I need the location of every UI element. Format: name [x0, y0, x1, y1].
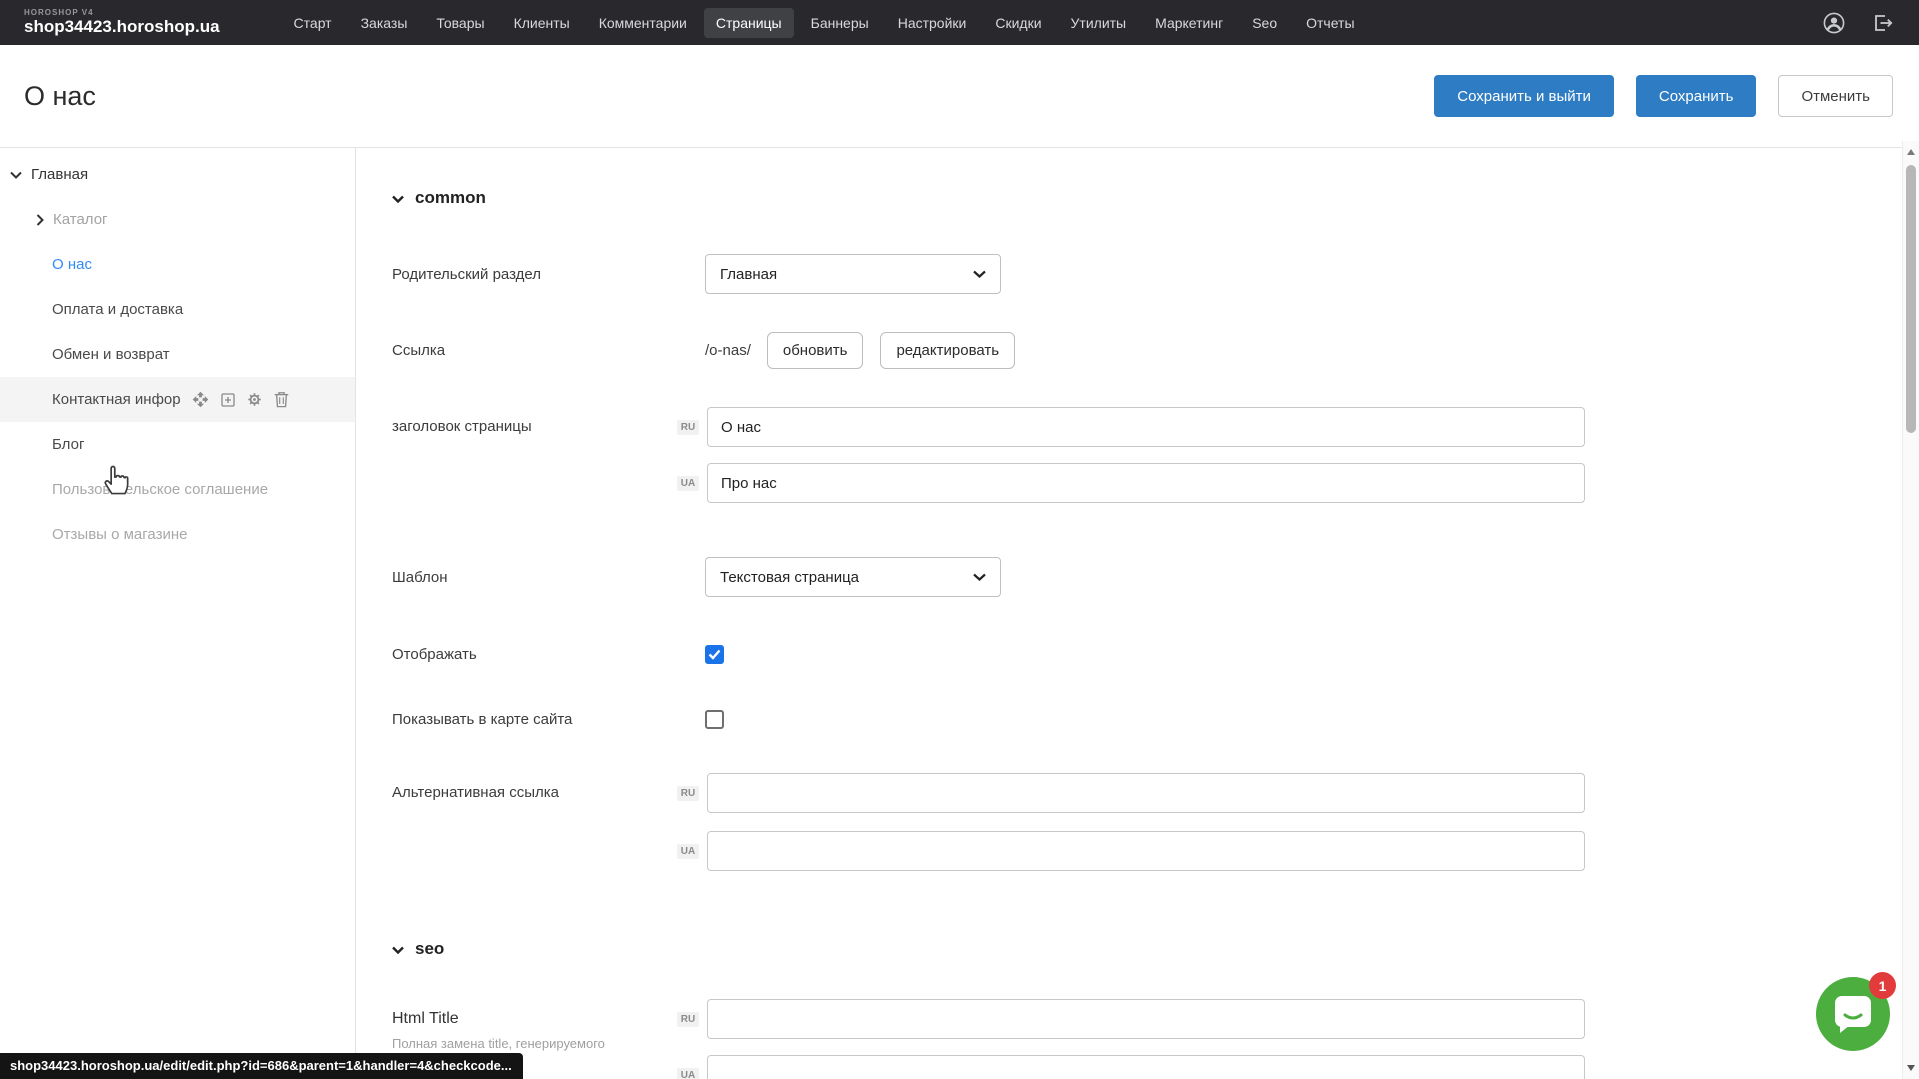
top-navbar: HOROSHOP V4 shop34423.horoshop.ua Старт … — [0, 0, 1919, 45]
add-page-icon[interactable] — [219, 391, 237, 409]
lang-tag-ru: RU — [677, 420, 699, 435]
chevron-down-icon — [392, 939, 404, 959]
page-edit-form: common Родительский раздел Главная Ссылк… — [356, 148, 1919, 1079]
tree-item-glavnaya[interactable]: Главная — [0, 152, 355, 197]
template-select[interactable]: Текстовая страница — [705, 557, 1001, 597]
lang-tag-ua: UA — [677, 476, 699, 491]
nav-item-comments[interactable]: Комментарии — [587, 8, 699, 38]
tree-item-obmen-i-vozvrat[interactable]: Обмен и возврат — [0, 332, 355, 377]
chevron-down-icon — [973, 573, 986, 581]
nav-item-marketing[interactable]: Маркетинг — [1143, 8, 1235, 38]
status-url-tooltip: shop34423.horoshop.ua/edit/edit.php?id=6… — [0, 1053, 523, 1079]
html-title-ru-input[interactable] — [707, 999, 1585, 1039]
account-icon[interactable] — [1823, 12, 1845, 34]
alt-link-ru-input[interactable] — [707, 773, 1585, 813]
nav-item-pages[interactable]: Страницы — [704, 8, 794, 38]
link-edit-button[interactable]: редактировать — [880, 332, 1015, 369]
section-common-toggle[interactable]: common — [392, 188, 1919, 208]
settings-gear-icon[interactable] — [246, 391, 264, 409]
lang-tag-ru: RU — [677, 786, 699, 801]
scroll-down-arrow[interactable] — [1907, 1065, 1915, 1071]
tree-item-otzyvy-o-magazine[interactable]: Отзывы о магазине — [0, 512, 355, 557]
nav-item-banners[interactable]: Баннеры — [799, 8, 881, 38]
sitemap-label: Показывать в карте сайта — [392, 711, 705, 728]
chevron-down-icon — [392, 188, 404, 208]
main-menu: Старт Заказы Товары Клиенты Комментарии … — [282, 8, 1367, 38]
tree-item-o-nas[interactable]: О нас — [0, 242, 355, 287]
link-label: Ссылка — [392, 342, 705, 359]
chevron-right-icon — [36, 214, 44, 226]
template-label: Шаблон — [392, 569, 705, 586]
tree-item-kontaktnaya-informatsiya[interactable]: Контактная инфор — [0, 377, 355, 422]
cancel-button[interactable]: Отменить — [1778, 75, 1893, 117]
nav-item-discounts[interactable]: Скидки — [983, 8, 1053, 38]
tree-item-polzovatelskoe-soglashenie[interactable]: Пользовательское соглашение — [0, 467, 355, 512]
display-label: Отображать — [392, 646, 705, 663]
tree-item-blog[interactable]: Блог — [0, 422, 355, 467]
nav-item-seo[interactable]: Seo — [1240, 8, 1289, 38]
tree-item-oplata-i-dostavka[interactable]: Оплата и доставка — [0, 287, 355, 332]
vertical-scrollbar — [1902, 141, 1919, 1079]
chat-widget-button[interactable]: 1 — [1816, 977, 1890, 1051]
parent-section-label: Родительский раздел — [392, 266, 705, 283]
chevron-down-icon — [973, 270, 986, 278]
link-path-value: /o-nas/ — [705, 342, 751, 359]
scroll-up-arrow[interactable] — [1907, 149, 1915, 155]
alt-link-label: Альтернативная ссылка — [392, 784, 705, 801]
chat-notification-badge: 1 — [1869, 972, 1896, 999]
html-title-caption: Полная замена title, генерируемого — [392, 1036, 705, 1051]
html-title-label: Html Title — [392, 1010, 705, 1028]
nav-item-settings[interactable]: Настройки — [886, 8, 979, 38]
page-title: О нас — [24, 81, 96, 112]
move-icon[interactable] — [192, 391, 210, 409]
nav-item-reports[interactable]: Отчеты — [1294, 8, 1366, 38]
delete-trash-icon[interactable] — [273, 391, 291, 409]
nav-item-products[interactable]: Товары — [424, 8, 496, 38]
nav-item-orders[interactable]: Заказы — [349, 8, 420, 38]
nav-item-utilities[interactable]: Утилиты — [1059, 8, 1139, 38]
alt-link-ua-input[interactable] — [707, 831, 1585, 871]
html-title-ua-input[interactable] — [707, 1055, 1585, 1079]
display-checkbox[interactable] — [705, 645, 724, 664]
brand-domain: shop34423.horoshop.ua — [24, 18, 220, 36]
save-and-exit-button[interactable]: Сохранить и выйти — [1434, 75, 1614, 117]
page-heading-ru-input[interactable] — [707, 407, 1585, 447]
save-button[interactable]: Сохранить — [1636, 75, 1757, 117]
lang-tag-ru: RU — [677, 1012, 699, 1027]
nav-item-start[interactable]: Старт — [282, 8, 344, 38]
page-heading-ua-input[interactable] — [707, 463, 1585, 503]
pages-tree-sidebar: Главная Каталог О нас Оплата и доставка … — [0, 148, 356, 1079]
lang-tag-ua: UA — [677, 1068, 699, 1079]
page-header: О нас Сохранить и выйти Сохранить Отмени… — [0, 45, 1919, 148]
parent-section-select[interactable]: Главная — [705, 254, 1001, 294]
chevron-down-icon — [10, 171, 22, 179]
link-refresh-button[interactable]: обновить — [767, 332, 864, 369]
nav-item-clients[interactable]: Клиенты — [502, 8, 582, 38]
section-seo-toggle[interactable]: seo — [392, 939, 1919, 959]
scrollbar-thumb[interactable] — [1906, 165, 1916, 433]
sitemap-checkbox[interactable] — [705, 710, 724, 729]
lang-tag-ua: UA — [677, 844, 699, 859]
logout-icon[interactable] — [1871, 12, 1893, 34]
tree-item-katalog[interactable]: Каталог — [0, 197, 355, 242]
page-heading-label: заголовок страницы — [392, 418, 705, 435]
brand-logo[interactable]: HOROSHOP V4 shop34423.horoshop.ua — [24, 9, 220, 35]
